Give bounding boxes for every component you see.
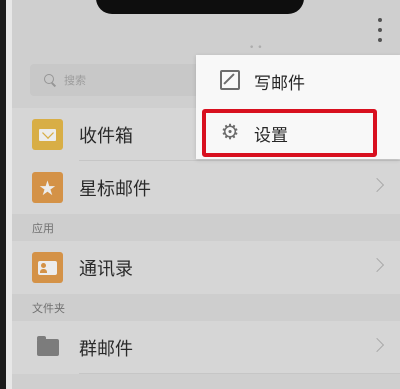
section-label-apps: 应用: [32, 222, 54, 235]
faint-dots: ••: [249, 43, 266, 53]
star-icon: ★: [32, 172, 63, 203]
chevron-right-icon: [369, 177, 385, 193]
group-mail-label: 群邮件: [79, 339, 133, 360]
chevron-right-icon: [369, 257, 385, 273]
chevron-right-icon: [369, 337, 385, 353]
list-item-starred[interactable]: ★ 星标邮件: [12, 161, 400, 214]
section-header-folders: 文件夹: [12, 294, 400, 321]
inbox-label: 收件箱: [79, 126, 133, 147]
search-placeholder: 搜索: [64, 74, 86, 87]
mail-screen: •• 搜索 收件箱 ★ 星标邮件 应用 通讯录 文件夹 群邮件 写邮件 ⚙ 设置: [12, 0, 400, 389]
section-label-folders: 文件夹: [32, 302, 65, 315]
phone-notch: [96, 0, 304, 14]
contacts-label: 通讯录: [79, 259, 133, 280]
envelope-icon: [32, 119, 63, 150]
list-item-contacts[interactable]: 通讯录: [12, 241, 400, 294]
divider: [79, 373, 400, 374]
folder-icon: [32, 332, 63, 363]
starred-label: 星标邮件: [79, 179, 151, 200]
highlight-box: [202, 109, 377, 157]
search-icon: [44, 74, 56, 86]
menu-item-compose[interactable]: 写邮件: [196, 55, 400, 105]
phone-frame: •• 搜索 收件箱 ★ 星标邮件 应用 通讯录 文件夹 群邮件 写邮件 ⚙ 设置: [0, 0, 400, 389]
phone-screenshot: •• 搜索 收件箱 ★ 星标邮件 应用 通讯录 文件夹 群邮件 写邮件 ⚙ 设置: [0, 0, 400, 389]
list-item-group-mail[interactable]: 群邮件: [12, 321, 400, 374]
more-vertical-icon[interactable]: [374, 18, 386, 42]
compose-label: 写邮件: [254, 74, 305, 94]
contact-card-icon: [32, 252, 63, 283]
compose-icon: [220, 70, 240, 90]
section-header-apps: 应用: [12, 214, 400, 241]
